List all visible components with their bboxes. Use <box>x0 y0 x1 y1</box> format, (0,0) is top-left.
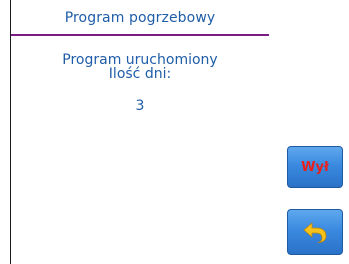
screen: Program pogrzebowy Program uruchomiony I… <box>0 0 349 264</box>
back-button[interactable] <box>287 209 343 255</box>
days-value: 3 <box>135 98 145 114</box>
back-arrow-icon <box>301 218 329 246</box>
page-title: Program pogrzebowy <box>64 10 216 26</box>
title-divider <box>11 34 269 36</box>
off-button[interactable]: Wył <box>287 146 343 188</box>
off-button-label: Wył <box>301 159 329 175</box>
left-border-divider <box>10 0 11 264</box>
days-label: Ilość dni: <box>108 66 172 82</box>
